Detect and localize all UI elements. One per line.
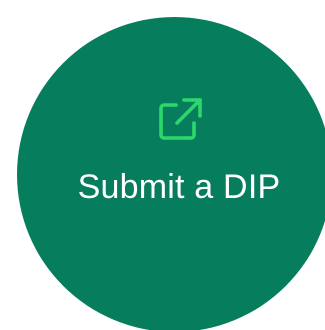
- page-background: Submit a DIP: [0, 0, 325, 330]
- submit-dip-label: Submit a DIP: [77, 168, 281, 206]
- external-link-icon: [154, 94, 206, 146]
